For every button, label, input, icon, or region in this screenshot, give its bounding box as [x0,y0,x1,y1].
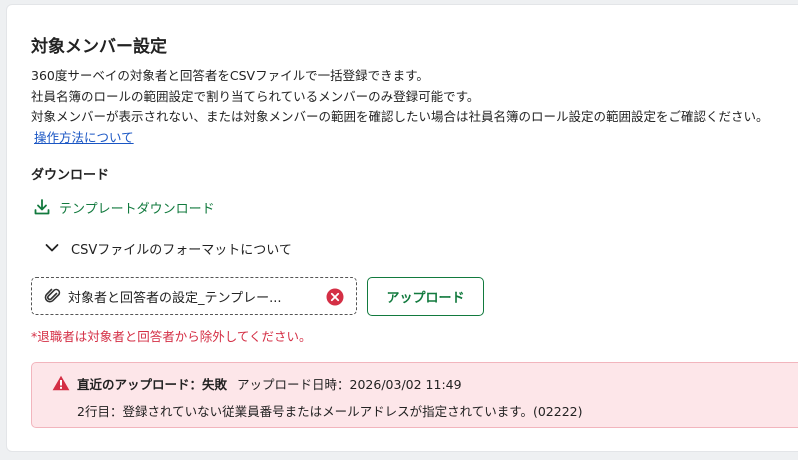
upload-error-alert: 直近のアップロード：失敗 アップロード日時：2026/03/02 11:49 2行… [31,362,798,428]
warning-icon [52,375,70,391]
description-line: 社員名簿のロールの範囲設定で割り当てられているメンバーのみ登録可能です。 [31,88,480,104]
close-circle-icon[interactable] [326,288,344,306]
alert-message: 2行目：登録されていない従業員番号またはメールアドレスが指定されています。(02… [77,404,583,419]
description-line: 360度サーベイの対象者と回答者をCSVファイルで一括登録できます。 [31,68,429,83]
file-name: 対象者と回答者の設定_テンプレー... [68,290,282,306]
paperclip-icon [44,287,62,305]
template-download-link[interactable]: テンプレートダウンロード [33,196,215,218]
upload-button[interactable]: アップロード [367,277,484,316]
help-link[interactable]: 操作方法について [34,130,134,145]
selected-file-field[interactable]: 対象者と回答者の設定_テンプレー... [31,277,357,315]
alert-timestamp: アップロード日時：2026/03/02 11:49 [237,377,462,392]
chevron-down-icon [45,244,59,252]
member-settings-card: 対象メンバー設定 360度サーベイの対象者と回答者をCSVファイルで一括登録でき… [6,4,798,452]
retiree-note: *退職者は対象者と回答者から除外してください。 [31,329,312,344]
template-download-label: テンプレートダウンロード [59,201,215,217]
csv-format-label: CSVファイルのフォーマットについて [71,242,292,258]
csv-format-toggle[interactable]: CSVファイルのフォーマットについて [45,237,292,259]
download-heading: ダウンロード [31,168,110,183]
alert-title: 直近のアップロード：失敗 [77,377,228,392]
page-title: 対象メンバー設定 [31,37,167,57]
description-line: 対象メンバーが表示されない、または対象メンバーの範囲を確認したい場合は社員名簿の… [31,109,769,124]
download-icon [34,199,50,215]
description: 360度サーベイの対象者と回答者をCSVファイルで一括登録できます。 社員名簿の… [31,66,798,148]
